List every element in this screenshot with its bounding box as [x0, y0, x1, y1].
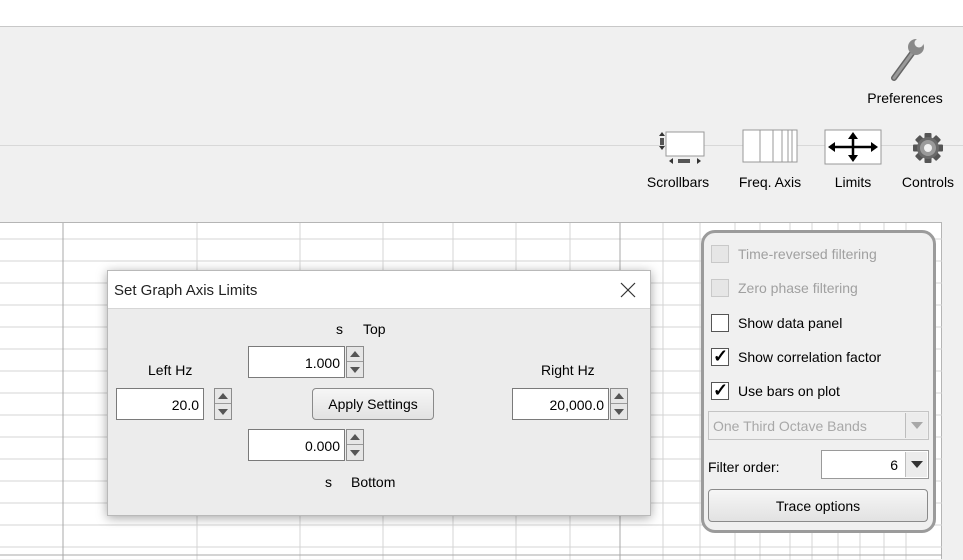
use-bars-label: Use bars on plot — [738, 383, 840, 399]
filter-order-label: Filter order: — [708, 459, 780, 475]
right-hz-spinner[interactable] — [610, 388, 628, 420]
apply-settings-button[interactable]: Apply Settings — [312, 388, 434, 420]
top-input[interactable]: 1.000 — [248, 346, 345, 378]
spinner-down-icon[interactable] — [347, 445, 363, 460]
gear-icon — [893, 128, 963, 168]
show-correlation-checkbox-row: ✓ Show correlation factor — [711, 346, 881, 368]
freq-axis-label: Freq. Axis — [738, 174, 802, 190]
check-mark-icon: ✓ — [713, 380, 729, 400]
top-label: Top — [363, 321, 386, 337]
scrollbars-label: Scrollbars — [646, 174, 710, 190]
spinner-down-icon[interactable] — [215, 404, 231, 419]
trace-options-label: Trace options — [775, 497, 861, 514]
close-icon[interactable] — [615, 277, 641, 303]
top-unit-label: s — [336, 321, 343, 337]
filter-order-dropdown[interactable]: 6 — [821, 450, 929, 479]
chevron-down-icon — [905, 452, 927, 477]
move-arrows-icon — [818, 128, 888, 168]
dialog-title-bar: Set Graph Axis Limits — [108, 271, 650, 309]
spinner-up-icon[interactable] — [347, 430, 363, 445]
spinner-up-icon[interactable] — [347, 347, 363, 362]
scrollbars-button[interactable]: Scrollbars — [636, 128, 720, 190]
apply-settings-label: Apply Settings — [328, 396, 418, 412]
check-mark-icon: ✓ — [713, 346, 729, 366]
chevron-down-icon — [905, 413, 927, 438]
top-spinner[interactable] — [346, 346, 364, 378]
bands-dropdown[interactable]: One Third Octave Bands — [708, 411, 929, 440]
filter-order-value: 6 — [890, 457, 898, 473]
show-data-panel-checkbox-row: Show data panel — [711, 312, 842, 334]
bottom-label: Bottom — [351, 474, 396, 490]
wrench-icon — [855, 36, 955, 84]
filter-options-panel: Time-reversed filtering Zero phase filte… — [701, 230, 936, 533]
right-hz-label: Right Hz — [541, 362, 595, 378]
bottom-unit-label: s — [325, 474, 332, 490]
spinner-up-icon[interactable] — [215, 389, 231, 404]
scrollbars-icon — [636, 128, 720, 168]
zero-phase-label: Zero phase filtering — [738, 280, 858, 296]
spinner-up-icon[interactable] — [611, 389, 627, 404]
spinner-down-icon[interactable] — [347, 362, 363, 377]
limits-button[interactable]: Limits — [818, 128, 888, 190]
show-correlation-label: Show correlation factor — [738, 349, 882, 365]
right-hz-value: 20,000.0 — [549, 397, 605, 413]
left-hz-spinner[interactable] — [214, 388, 232, 420]
show-data-panel-checkbox[interactable] — [711, 314, 729, 332]
time-reversed-checkbox[interactable] — [711, 245, 729, 263]
use-bars-checkbox[interactable]: ✓ — [711, 380, 729, 400]
controls-label: Controls — [901, 174, 955, 190]
time-reversed-label: Time-reversed filtering — [738, 246, 877, 262]
freq-axis-icon — [728, 128, 812, 168]
limits-label: Limits — [834, 174, 872, 190]
freq-axis-button[interactable]: Freq. Axis — [728, 128, 812, 190]
bottom-value: 0.000 — [304, 438, 340, 454]
trace-options-button[interactable]: Trace options — [708, 489, 928, 522]
time-reversed-checkbox-row: Time-reversed filtering — [711, 243, 877, 265]
controls-button[interactable]: Controls — [893, 128, 963, 190]
left-hz-input[interactable]: 20.0 — [116, 388, 204, 420]
left-hz-value: 20.0 — [171, 397, 199, 413]
right-hz-input[interactable]: 20,000.0 — [512, 388, 609, 420]
left-hz-label: Left Hz — [148, 362, 193, 378]
preferences-label: Preferences — [867, 90, 943, 106]
use-bars-checkbox-row: ✓ Use bars on plot — [711, 380, 840, 402]
show-correlation-checkbox[interactable]: ✓ — [711, 346, 729, 366]
title-bar — [0, 0, 963, 27]
spinner-down-icon[interactable] — [611, 404, 627, 419]
preferences-button[interactable]: Preferences — [855, 36, 955, 106]
bands-dropdown-value: One Third Octave Bands — [713, 418, 867, 434]
set-graph-axis-limits-dialog: Set Graph Axis Limits s Top 1.000 Left H… — [107, 270, 651, 516]
plot-right-margin — [942, 222, 963, 559]
dialog-title: Set Graph Axis Limits — [114, 282, 258, 299]
zero-phase-checkbox[interactable] — [711, 279, 729, 297]
top-value: 1.000 — [304, 355, 340, 371]
bottom-input[interactable]: 0.000 — [248, 429, 345, 461]
zero-phase-checkbox-row: Zero phase filtering — [711, 277, 858, 299]
show-data-panel-label: Show data panel — [738, 315, 843, 331]
toolbar — [0, 27, 963, 222]
bottom-spinner[interactable] — [346, 429, 364, 461]
